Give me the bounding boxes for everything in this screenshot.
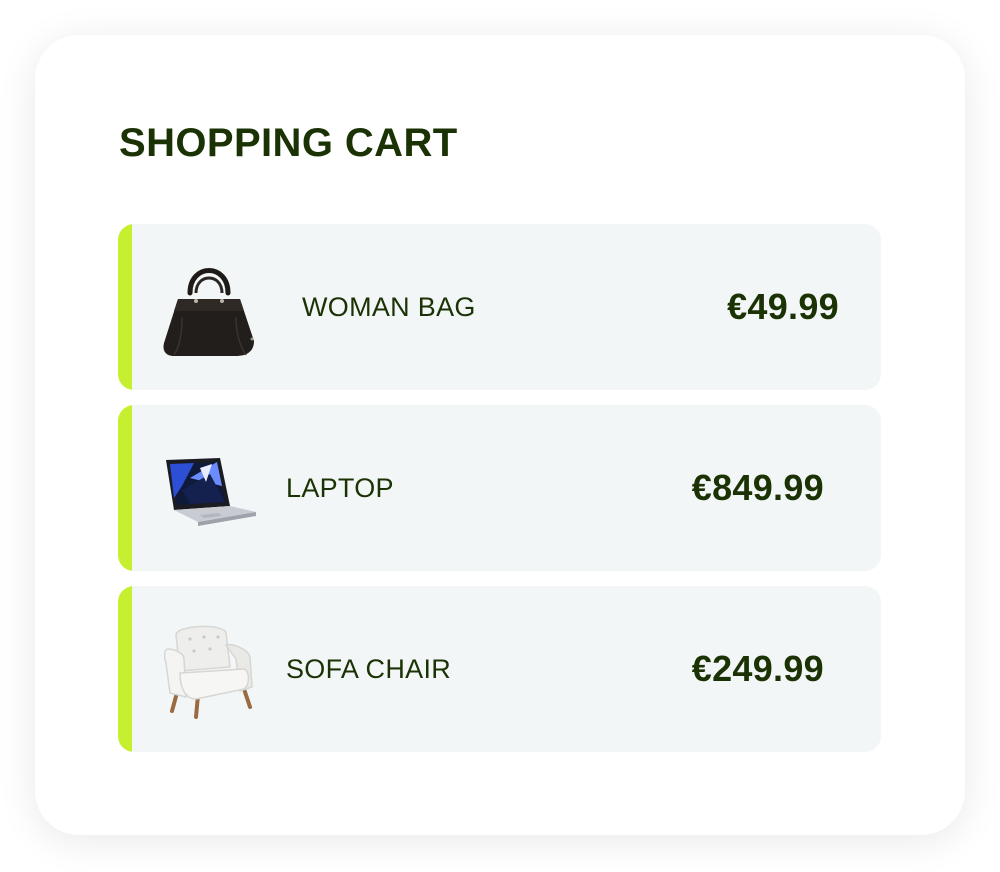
item-price: €849.99 xyxy=(691,467,824,508)
item-accent-bar xyxy=(118,586,132,752)
shopping-cart-card: SHOPPING CART WOMAN BAG €49.99 LAPTOP €8… xyxy=(35,35,965,835)
cart-item-sofa-chair[interactable]: SOFA CHAIR €249.99 xyxy=(118,586,881,752)
item-name: LAPTOP xyxy=(286,473,394,503)
item-accent-bar xyxy=(118,224,132,390)
item-name: WOMAN BAG xyxy=(302,292,476,322)
item-price: €249.99 xyxy=(691,648,824,689)
handbag-icon xyxy=(160,257,260,357)
armchair-icon xyxy=(160,619,260,719)
item-price: €49.99 xyxy=(727,286,839,327)
page-title: SHOPPING CART xyxy=(119,121,458,165)
item-name: SOFA CHAIR xyxy=(286,654,452,684)
laptop-icon xyxy=(160,438,260,538)
cart-item-list: WOMAN BAG €49.99 LAPTOP €849.99 SOFA CHA… xyxy=(118,224,881,767)
cart-item-woman-bag[interactable]: WOMAN BAG €49.99 xyxy=(118,224,881,390)
item-accent-bar xyxy=(118,405,132,571)
cart-item-laptop[interactable]: LAPTOP €849.99 xyxy=(118,405,881,571)
